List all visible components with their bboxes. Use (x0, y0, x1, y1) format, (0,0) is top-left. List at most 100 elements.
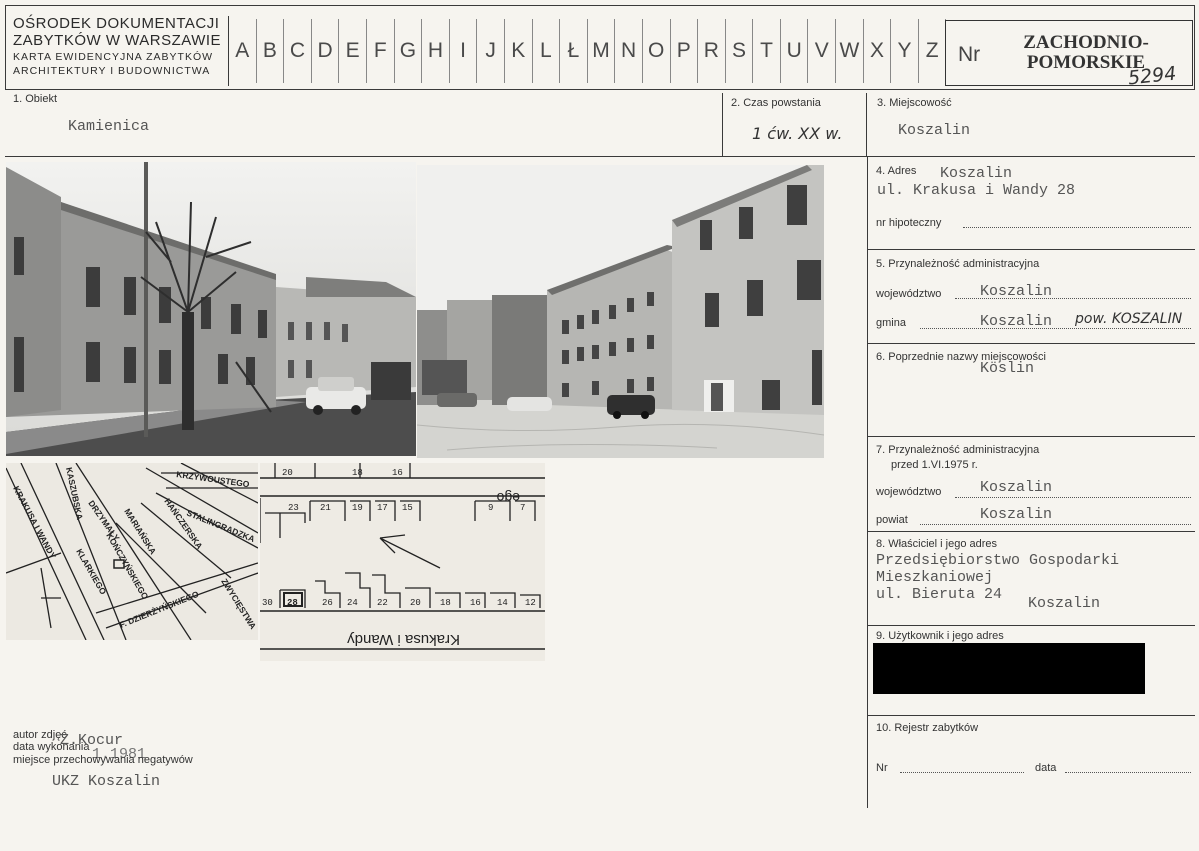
czas-value: 1 ćw. XX w. (752, 124, 843, 143)
data-wykonania-label: data wykonania (13, 741, 90, 753)
classification-letter: E (339, 19, 367, 83)
classification-letter: H (422, 19, 450, 83)
przed-1975-label: przed 1.VI.1975 r. (891, 459, 978, 471)
classification-letter: L (533, 19, 561, 83)
przynaleznosc-label: 5. Przynależność administracyjna (876, 258, 1040, 270)
wojewodztwo-label: województwo (876, 288, 942, 300)
plan-top-street-label: ego (496, 490, 520, 506)
courtyard-photo-graphic (417, 165, 824, 458)
plan-top-number: 18 (352, 468, 363, 478)
plan-street-label: Krakusa i Wandy (347, 631, 460, 648)
classification-letter: Y (891, 19, 919, 83)
powiat-value: Koszalin (980, 506, 1053, 523)
gmina-note: pow. KOSZALIN (1075, 311, 1183, 327)
photo-street-view (6, 162, 416, 456)
plan-number: 24 (347, 598, 358, 608)
plan-top-number: 20 (282, 468, 293, 478)
classification-letter: S (726, 19, 754, 83)
street-map: KASZUBSKA KRAKUSA I WANDY DRZYMAŁY MARIA… (6, 463, 258, 640)
plan-number: 9 (488, 503, 493, 513)
photo-courtyard-view (417, 165, 824, 458)
obiekt-value: Kamienica (68, 118, 150, 135)
svg-text:KRZYWOUSTEGO: KRZYWOUSTEGO (176, 469, 251, 489)
plan-number: 21 (320, 503, 331, 513)
institution-line-3: KARTA EWIDENCYJNA ZABYTKÓW (13, 51, 214, 63)
classification-letter: U (781, 19, 809, 83)
wlasciciel-value-4: Koszalin (1028, 595, 1101, 612)
street-map-graphic: KASZUBSKA KRAKUSA I WANDY DRZYMAŁY MARIA… (6, 463, 258, 640)
classification-letter: X (864, 19, 892, 83)
svg-text:F. DZIERŻYŃSKIEGO: F. DZIERŻYŃSKIEGO (118, 589, 200, 630)
wlasciciel-label: 8. Właściciel i jego adres (876, 538, 998, 550)
miejsce-label: miejsce przechowywania negatywów (13, 754, 193, 766)
classification-letter: O (643, 19, 671, 83)
rejestr-label: 10. Rejestr zabytków (876, 722, 979, 734)
institution-header: OŚRODEK DOKUMENTACJI ZABYTKÓW W WARSZAWI… (13, 16, 225, 76)
classification-letter: P (671, 19, 699, 83)
plan-number: 18 (440, 598, 451, 608)
classification-letter: Ł (560, 19, 588, 83)
plan-number: 30 (262, 598, 273, 608)
classification-letter: D (312, 19, 340, 83)
adres-label: 4. Adres (876, 165, 917, 177)
miejsce-value: UKZ Koszalin (52, 773, 161, 790)
classification-letter: K (505, 19, 533, 83)
gmina-value: Koszalin (980, 313, 1053, 330)
plan-top-number: 16 (392, 468, 403, 478)
classification-letter: G (395, 19, 423, 83)
obiekt-label: 1. Obiekt (13, 93, 58, 105)
autor-label: autor zdjęć (13, 729, 67, 741)
classification-letter: R (698, 19, 726, 83)
plan-number: 19 (352, 503, 363, 513)
przynaleznosc-75-label: 7. Przynależność administracyjna (876, 444, 1040, 456)
site-plan-graphic: 20 18 16 23 21 19 17 15 9 7 30 28 26 24 … (260, 463, 545, 661)
region-line-1: ZACHODNIO- (1023, 32, 1149, 53)
plan-number: 22 (377, 598, 388, 608)
plan-number: 15 (402, 503, 413, 513)
wlasciciel-value-2: Mieszkaniowej (876, 569, 994, 586)
adres-value-1: Koszalin (940, 165, 1013, 182)
wojewodztwo-value: Koszalin (980, 283, 1053, 300)
hipoteczny-label: nr hipoteczny (876, 217, 942, 229)
region-stamp: ZACHODNIO- POMORSKIE 5294 (945, 20, 1193, 89)
classification-letter: F (367, 19, 395, 83)
miejscowosc-value: Koszalin (898, 122, 971, 139)
adres-value-2: ul. Krakusa i Wandy 28 (877, 182, 1076, 199)
wojewodztwo-75-label: województwo (876, 486, 942, 498)
site-plan: 20 18 16 23 21 19 17 15 9 7 30 28 26 24 … (260, 463, 545, 661)
svg-text:MARIAŃSKA: MARIAŃSKA (122, 507, 158, 556)
svg-text:HAŃCZERSKA: HAŃCZERSKA (162, 496, 204, 550)
miejscowosc-label: 3. Miejscowość (877, 97, 952, 109)
plan-number: 17 (377, 503, 388, 513)
uzytkownik-label: 9. Użytkownik i jego adres (876, 630, 1004, 642)
classification-letter: M (588, 19, 616, 83)
classification-letter: N (615, 19, 643, 83)
wlasciciel-value-3: ul. Bieruta 24 (876, 586, 1003, 603)
redaction-box (873, 643, 1145, 694)
classification-letter: Z (919, 19, 947, 83)
czas-label: 2. Czas powstania (731, 97, 821, 109)
plan-number: 23 (288, 503, 299, 513)
classification-letter-grid: ABCDEFGHIJKLŁMNOPRSTUVWXYZ (229, 19, 947, 83)
plan-number: 12 (525, 598, 536, 608)
powiat-label: powiat (876, 514, 908, 526)
wojewodztwo-75-value: Koszalin (980, 479, 1053, 496)
plan-number: 16 (470, 598, 481, 608)
plan-number: 20 (410, 598, 421, 608)
svg-text:ZWYCIĘSTWA: ZWYCIĘSTWA (219, 577, 258, 631)
poprzednie-nazwy-value: Köslin (980, 360, 1035, 377)
plan-number: 26 (322, 598, 333, 608)
institution-line-1: OŚRODEK DOKUMENTACJI (13, 15, 220, 32)
institution-line-2: ZABYTKÓW W WARSZAWIE (13, 32, 222, 49)
classification-letter: W (836, 19, 864, 83)
nr-value: 5294 (1126, 62, 1178, 90)
classification-letter: V (808, 19, 837, 83)
institution-line-4: ARCHITEKTURY I BUDOWNICTWA (13, 64, 211, 77)
rejestr-data-label: data (1035, 762, 1057, 774)
classification-letter: A (229, 19, 257, 83)
classification-letter: B (257, 19, 285, 83)
svg-text:KASZUBSKA: KASZUBSKA (64, 466, 85, 520)
classification-letter: C (284, 19, 312, 83)
plan-number: 28 (287, 598, 298, 608)
plan-number: 14 (497, 598, 508, 608)
